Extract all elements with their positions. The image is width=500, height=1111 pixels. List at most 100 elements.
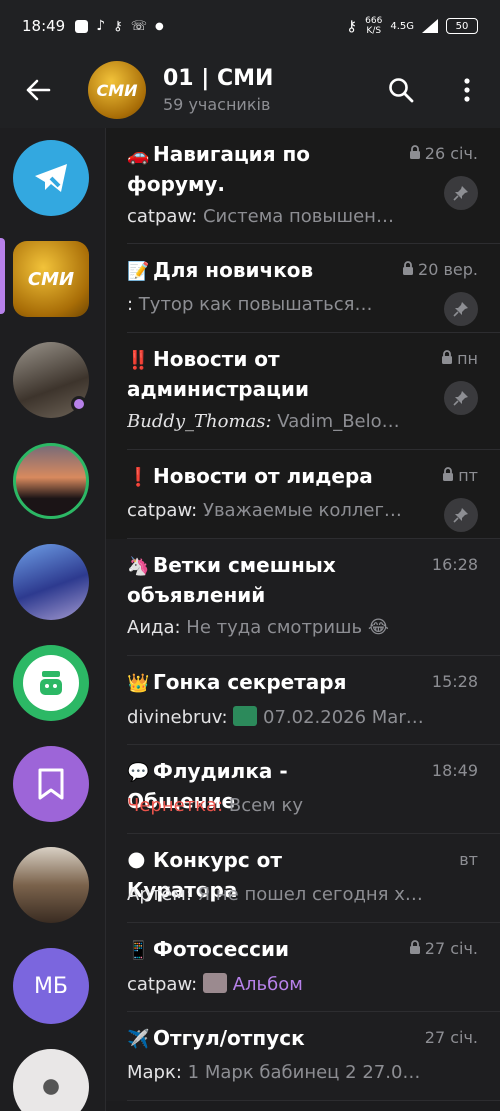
topic-time: 27 січ. (424, 1028, 478, 1047)
topic-row[interactable]: ❗ Новости от лидера пт catpaw: Уважаемые … (106, 450, 500, 539)
memo-icon: 📝 (127, 261, 150, 282)
topic-preview: : Тутор как повышаться… (127, 294, 427, 315)
lock-icon (442, 466, 454, 485)
preview-sender: Марк: (127, 1062, 182, 1083)
group-avatar[interactable]: СМИ (88, 61, 146, 119)
draft-label: Чернетка: (127, 795, 224, 816)
net-speed-value: 666 (365, 16, 383, 26)
topic-row[interactable]: 🦄 Ветки смешных объявлений 16:28 Аида: Не… (106, 539, 500, 656)
rail-item-anime-chat[interactable] (13, 544, 89, 620)
rail-item-smi-group[interactable]: СМИ (13, 241, 89, 317)
topic-preview: Марк: 1 Марк бабинец 2 27.01…. (127, 1062, 427, 1083)
search-button[interactable] (368, 52, 434, 128)
topic-row[interactable]: 👑 Гонка секретаря 15:28 divinebruv: 07.02… (106, 656, 500, 745)
topic-title: ‼️ Новости от администрации (127, 345, 397, 403)
notification-icons: ♪ ⚷ ☏ ● (75, 18, 164, 34)
topic-row[interactable]: 🚗 Навигация по форуму. 26 січ. catpaw: Си… (106, 128, 500, 244)
topic-preview: catpaw: Альбом (127, 973, 427, 995)
bookmark-icon (38, 768, 64, 800)
rail-item-photo-chat-3[interactable] (13, 847, 89, 923)
lock-icon (402, 260, 414, 279)
status-bar: 18:49 ♪ ⚷ ☏ ● ⚷ 666 K/S 4.5G 50 (0, 0, 500, 52)
pin-icon (453, 391, 468, 406)
selected-indicator (0, 238, 5, 314)
member-count: 59 учасників (163, 95, 271, 114)
rail-item-bot-chat[interactable] (13, 645, 89, 721)
pin-icon (453, 508, 468, 523)
preview-sender: divinebruv: (127, 707, 228, 728)
topic-meta: 16:28 (432, 555, 478, 574)
pin-icon (453, 302, 468, 317)
back-arrow-icon (26, 79, 51, 101)
telegram-settings-icon (35, 164, 67, 192)
rail-item-photo-chat-4[interactable] (13, 1049, 89, 1111)
preview-text: Не туда смотришь 😂 (180, 617, 389, 638)
search-icon (389, 78, 414, 103)
phone-icon: 📱 (127, 940, 150, 961)
topic-preview: divinebruv: 07.02.2026 Martin… (127, 706, 427, 728)
topic-title: 🦄 Ветки смешных объявлений (127, 551, 397, 609)
preview-text: Vadim_Belo… (271, 411, 400, 432)
topic-meta: 20 вер. (402, 260, 478, 279)
pin-button[interactable] (444, 292, 478, 326)
preview-sender: Артём: (127, 884, 192, 905)
rail-item-saved-messages[interactable] (13, 746, 89, 822)
mb-avatar-text: МБ (33, 973, 69, 999)
battery-icon: 50 (446, 18, 478, 34)
topic-meta: пт (442, 466, 478, 485)
battery-level: 50 (455, 20, 469, 32)
topic-title: 📱 Фотосессии (127, 935, 397, 965)
vpn-key-icon: ⚷ (346, 17, 358, 35)
topic-title: 🚗 Навигация по форуму. (127, 140, 397, 198)
topic-meta: пн (441, 349, 478, 368)
topic-row[interactable]: 📝 Для новичков 20 вер. : Тутор как повыша… (106, 244, 500, 333)
topic-row[interactable]: ✈️ Отгул/отпуск 27 січ. Марк: 1 Марк баби… (106, 1012, 500, 1101)
net-speed-unit: K/S (366, 26, 382, 36)
rail-item-photo-chat-2[interactable] (13, 443, 89, 519)
viber-icon: ☏ (130, 18, 147, 34)
topic-meta: 26 січ. (409, 144, 478, 163)
airplane-icon: ✈️ (127, 1029, 150, 1050)
topic-title-text: Новости от администрации (127, 347, 309, 401)
photo-thumbnail (202, 973, 227, 993)
topic-time: вт (459, 850, 478, 869)
preview-text: Уважаемые коллег… (197, 500, 402, 521)
preview-text: Система повышен… (197, 206, 394, 227)
topic-title: 📝 Для новичков (127, 256, 397, 286)
pin-button[interactable] (444, 498, 478, 532)
preview-text: Тутор как повышаться… (133, 294, 373, 315)
kebab-menu-icon (464, 78, 470, 102)
rail-item-mb-chat[interactable]: МБ (13, 948, 89, 1024)
header-info[interactable]: 01 | СМИ 59 учасників (163, 66, 273, 114)
topic-time: 16:28 (431, 555, 478, 574)
topic-list: 🚗 Навигация по форуму. 26 січ. catpaw: Си… (106, 128, 500, 1111)
topic-preview: catpaw: Система повышен… (127, 206, 427, 227)
smi-avatar-text: СМИ (27, 268, 75, 290)
topic-row[interactable]: ‼️ Новости от администрации пн Buddy_Thom… (106, 333, 500, 450)
topic-title-text: Для новичков (153, 258, 314, 282)
topic-row[interactable]: 🌑 Конкурс от Куратора вт Артём: Я не поше… (106, 834, 500, 923)
double-exclamation-icon: ‼️ (127, 350, 150, 371)
back-button[interactable] (0, 52, 76, 128)
pin-button[interactable] (444, 176, 478, 210)
topic-time: пн (457, 349, 478, 368)
topic-title-text: Фотосессии (153, 937, 290, 961)
topic-meta: 15:28 (432, 672, 478, 691)
rail-item-settings-bot[interactable] (13, 140, 89, 216)
topic-title-text: Ветки смешных объявлений (127, 553, 336, 607)
pin-button[interactable] (444, 381, 478, 415)
topic-meta: 27 січ. (409, 939, 478, 958)
topic-row[interactable]: 📱 Фотосессии 27 січ. catpaw: Альбом (106, 923, 500, 1012)
online-indicator (71, 396, 87, 412)
topic-time: 15:28 (431, 672, 478, 691)
topic-meta: 27 січ. (425, 1028, 478, 1047)
preview-sender: Аида: (127, 617, 181, 638)
net-speed: 666 K/S (365, 16, 382, 36)
photo-thumbnail (233, 706, 258, 726)
signal-icon (422, 19, 438, 33)
preview-text: Я не пошел сегодня хах… (191, 884, 427, 905)
page-title: 01 | СМИ (163, 66, 274, 91)
topic-title-text: Гонка секретаря (153, 670, 347, 694)
more-options-button[interactable] (434, 52, 500, 128)
topic-row[interactable]: 💬 Флудилка - Общение 18:49 Чернетка: Всем… (106, 745, 500, 834)
